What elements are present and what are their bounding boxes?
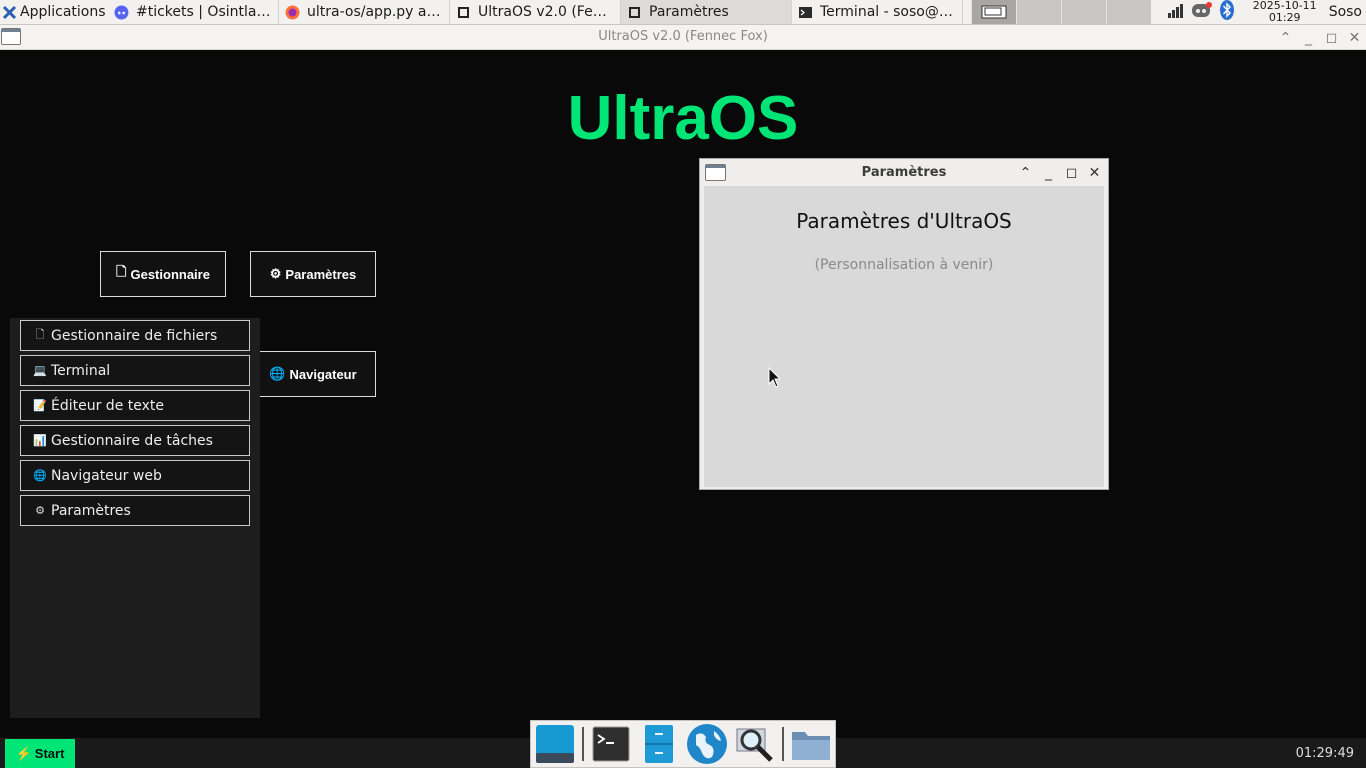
roll-up-icon[interactable]: ⌃ — [1014, 160, 1037, 185]
desktop-title: UltraOS — [567, 84, 799, 153]
terminal-icon[interactable] — [590, 723, 632, 765]
mouse-cursor-icon — [768, 367, 782, 388]
gear-icon: ⚙ — [35, 504, 45, 517]
maximize-icon[interactable]: ◻ — [1060, 160, 1083, 185]
workspace-1[interactable] — [971, 0, 1016, 24]
settings-window-controls: ⌃ _ ◻ ✕ — [1014, 159, 1106, 186]
dock-separator — [582, 727, 584, 761]
search-icon[interactable] — [734, 723, 776, 765]
settings-button[interactable]: ⚙ Paramètres — [250, 251, 376, 297]
button-label: Paramètres — [285, 266, 357, 282]
terminal-icon — [798, 5, 813, 20]
menu-item-label: Navigateur web — [51, 467, 162, 484]
folder-icon[interactable] — [790, 723, 832, 765]
dock — [530, 720, 836, 768]
settings-content: Paramètres d'UltraOS (Personnalisation à… — [704, 186, 1104, 487]
globe-icon: 🌐 — [269, 366, 286, 381]
start-button[interactable]: ⚡ Start — [5, 739, 75, 768]
computer-icon: 💻 — [33, 364, 47, 377]
xfce-logo-icon — [2, 5, 17, 20]
memo-icon: 📝 — [33, 399, 47, 412]
user-menu[interactable]: Soso — [1329, 0, 1366, 24]
close-icon[interactable]: ✕ — [1343, 25, 1366, 50]
main-window-titlebar: UltraOS v2.0 (Fennec Fox) ⌃ _ ◻ ✕ — [0, 25, 1366, 50]
menu-item-label: Terminal — [51, 362, 111, 379]
settings-window-titlebar[interactable]: Paramètres ⌃ _ ◻ ✕ — [700, 159, 1108, 186]
user-name: Soso — [1328, 4, 1362, 20]
file-cabinet-icon[interactable] — [638, 723, 680, 765]
workspace-switcher — [971, 0, 1151, 24]
web-browser-icon[interactable] — [686, 723, 728, 765]
applications-label: Applications — [20, 4, 106, 20]
top-panel: Applications ⋮ #tickets | Osintlab ... u… — [0, 0, 1366, 25]
minimize-icon[interactable]: _ — [1037, 160, 1060, 185]
applications-menu[interactable]: Applications ⋮ — [0, 0, 108, 24]
discord-icon — [114, 5, 129, 20]
start-label: Start — [34, 746, 65, 761]
menu-item-label: Gestionnaire de tâches — [51, 432, 213, 449]
bluetooth-icon[interactable] — [1219, 0, 1235, 25]
task-parametres[interactable]: Paramètres — [621, 0, 792, 24]
window-icon — [627, 5, 642, 20]
desktop: UltraOS 🗋 Gestionnaire ⚙ Paramètres 🌐 Na… — [0, 51, 1366, 738]
window-icon — [456, 5, 471, 20]
minimize-icon[interactable]: _ — [1297, 25, 1320, 50]
task-firefox[interactable]: ultra-os/app.py at ... — [279, 0, 450, 24]
task-label: #tickets | Osintlab ... — [136, 4, 272, 20]
workspace-2[interactable] — [1016, 0, 1061, 24]
start-menu: 🗋 Gestionnaire de fichiers 💻 Terminal 📝 … — [10, 318, 260, 718]
menu-item-label: Paramètres — [51, 502, 131, 519]
task-label: ultra-os/app.py at ... — [307, 4, 443, 20]
menu-item-task-manager[interactable]: 📊 Gestionnaire de tâches — [20, 425, 250, 456]
menu-item-terminal[interactable]: 💻 Terminal — [20, 355, 250, 386]
lightning-icon: ⚡ — [15, 745, 32, 761]
clock-time: 01:29 — [1268, 11, 1301, 24]
main-window-controls: ⌃ _ ◻ ✕ — [1274, 25, 1366, 50]
bar-chart-icon: 📊 — [33, 434, 47, 447]
settings-window: Paramètres ⌃ _ ◻ ✕ Paramètres d'UltraOS … — [699, 158, 1109, 490]
discord-tray-icon[interactable] — [1191, 1, 1213, 23]
file-icon: 🗋 — [116, 264, 127, 279]
task-discord[interactable]: #tickets | Osintlab ... — [108, 0, 279, 24]
file-icon: 🗋 — [35, 328, 45, 341]
roll-up-icon[interactable]: ⌃ — [1274, 25, 1297, 50]
menu-item-label: Éditeur de texte — [51, 397, 164, 414]
globe-icon: 🌐 — [33, 469, 47, 482]
task-label: Terminal - soso@So... — [820, 4, 956, 20]
network-signal-icon[interactable] — [1167, 2, 1185, 22]
task-label: Paramètres — [649, 4, 729, 20]
menu-item-label: Gestionnaire de fichiers — [51, 327, 218, 344]
main-window-title: UltraOS v2.0 (Fennec Fox) — [598, 29, 768, 44]
dock-separator — [782, 727, 784, 761]
task-label: UltraOS v2.0 (Fenn... — [478, 4, 614, 20]
menu-item-text-editor[interactable]: 📝 Éditeur de texte — [20, 390, 250, 421]
panel-clock[interactable]: 2025-10-11 01:29 — [1241, 0, 1329, 24]
button-label: Navigateur — [289, 366, 357, 382]
maximize-icon[interactable]: ◻ — [1320, 25, 1343, 50]
menu-item-settings[interactable]: ⚙ Paramètres — [20, 495, 250, 526]
workspace-4[interactable] — [1106, 0, 1151, 24]
system-tray — [1161, 0, 1241, 24]
gear-icon: ⚙ — [269, 266, 282, 281]
bottom-clock: 01:29:49 — [1295, 746, 1354, 761]
workspace-3[interactable] — [1061, 0, 1106, 24]
taskbar: #tickets | Osintlab ... ultra-os/app.py … — [108, 0, 963, 24]
button-label: Gestionnaire — [130, 266, 210, 282]
settings-subtitle: (Personnalisation à venir) — [814, 257, 994, 273]
task-ultraos[interactable]: UltraOS v2.0 (Fenn... — [450, 0, 621, 24]
menu-item-file-manager[interactable]: 🗋 Gestionnaire de fichiers — [20, 320, 250, 351]
task-terminal[interactable]: Terminal - soso@So... — [792, 0, 963, 24]
desktop-icon[interactable] — [534, 723, 576, 765]
menu-item-web-browser[interactable]: 🌐 Navigateur web — [20, 460, 250, 491]
files-manager-button[interactable]: 🗋 Gestionnaire — [100, 251, 226, 297]
close-icon[interactable]: ✕ — [1083, 160, 1106, 185]
firefox-icon — [285, 5, 300, 20]
browser-button[interactable]: 🌐 Navigateur — [250, 351, 376, 397]
settings-heading: Paramètres d'UltraOS — [796, 209, 1012, 233]
